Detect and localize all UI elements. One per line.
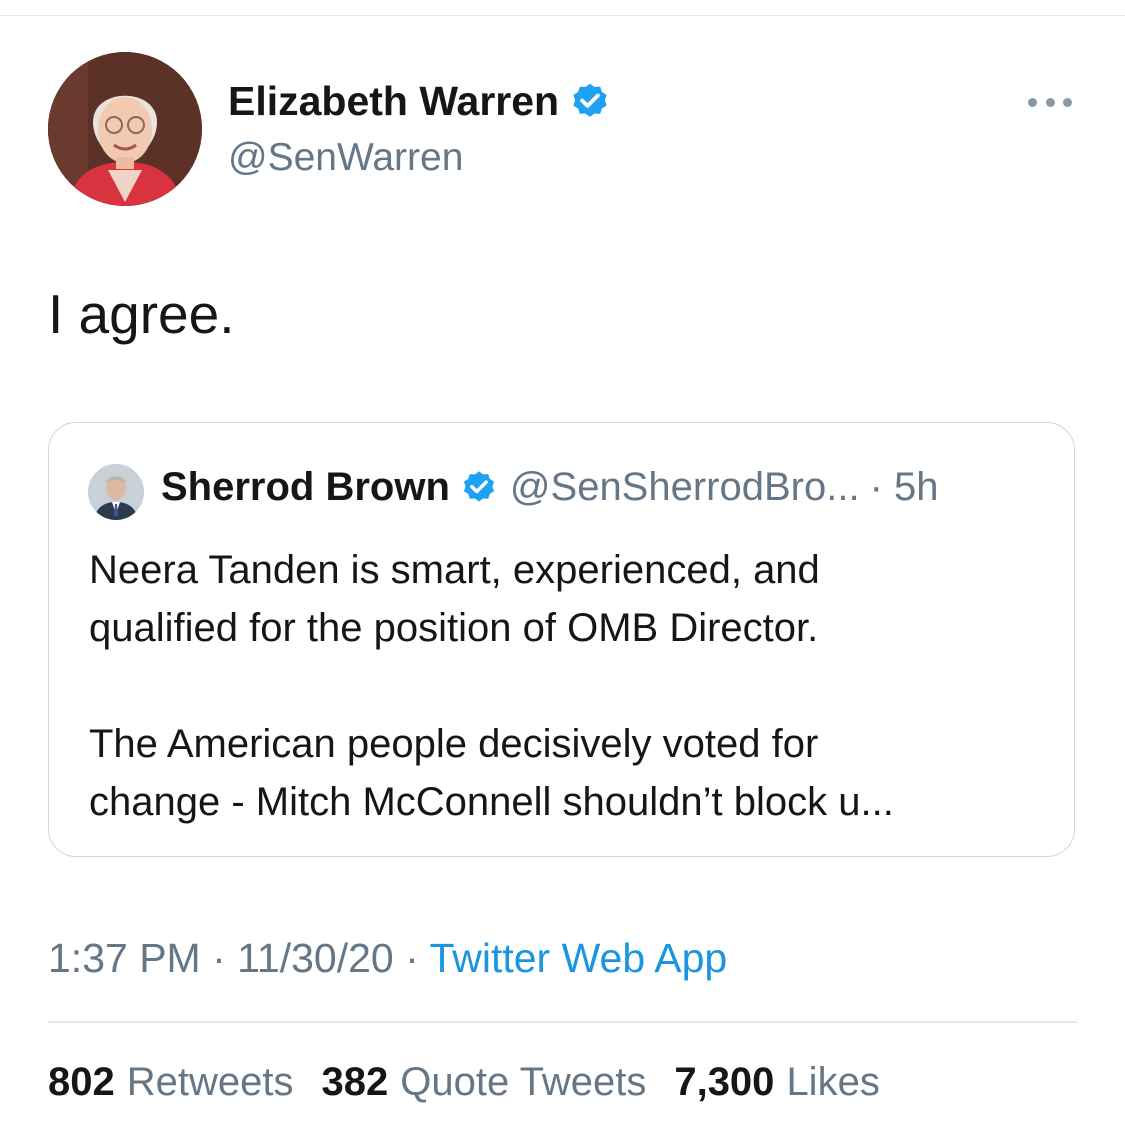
more-options-icon[interactable]	[1028, 92, 1072, 112]
author-name-row[interactable]: Elizabeth Warren	[228, 78, 611, 125]
quote-tweets-label: Quote Tweets	[400, 1060, 647, 1104]
likes-stat[interactable]: 7,300 Likes	[674, 1060, 880, 1105]
quoted-author-avatar	[88, 464, 144, 520]
tweet-text: I agree.	[48, 283, 235, 345]
quote-tweets-stat[interactable]: 382 Quote Tweets	[322, 1060, 647, 1105]
quoted-tweet-header: Sherrod Brown @SenSherrodBro... · 5h	[161, 465, 939, 510]
tweet-source-link[interactable]: Twitter Web App	[429, 935, 727, 981]
likes-count: 7,300	[674, 1060, 775, 1104]
quoted-text-line: qualified for the position of OMB Direct…	[89, 606, 819, 650]
retweets-count: 802	[48, 1060, 115, 1104]
top-divider	[0, 15, 1125, 16]
meta-separator: ·	[212, 935, 226, 981]
author-avatar[interactable]	[48, 52, 202, 206]
quoted-author-handle: @SenSherrodBro...	[509, 465, 860, 509]
quoted-text-line: change - Mitch McConnell shouldn’t block…	[89, 780, 894, 824]
quoted-tweet-card[interactable]: Sherrod Brown @SenSherrodBro... · 5h Nee…	[48, 422, 1075, 857]
tweet-time[interactable]: 1:37 PM	[48, 935, 201, 981]
likes-label: Likes	[786, 1060, 880, 1104]
retweets-label: Retweets	[126, 1060, 294, 1104]
quoted-tweet-time: · 5h	[869, 465, 939, 509]
author-avatar-image	[48, 52, 202, 206]
retweets-stat[interactable]: 802 Retweets	[48, 1060, 294, 1105]
stats-divider	[48, 1021, 1077, 1023]
verified-badge-icon	[463, 470, 494, 501]
author-name[interactable]: Elizabeth Warren	[228, 78, 559, 125]
tweet-date[interactable]: 11/30/20	[237, 935, 394, 981]
meta-separator: ·	[405, 935, 419, 981]
quoted-author-name: Sherrod Brown	[161, 465, 450, 509]
quote-tweets-count: 382	[321, 1060, 389, 1104]
tweet-metadata: 1:37 PM · 11/30/20 · Twitter Web App	[48, 935, 727, 982]
tweet-stats: 802 Retweets 382 Quote Tweets 7,300 Likes	[48, 1060, 880, 1105]
quoted-avatar-image	[88, 464, 144, 520]
quoted-tweet-text: Neera Tanden is smart, experienced, and …	[89, 541, 1049, 831]
verified-badge-icon	[573, 83, 607, 117]
author-handle[interactable]: @SenWarren	[228, 136, 463, 180]
quoted-text-line: Neera Tanden is smart, experienced, and	[89, 548, 820, 592]
quoted-text-line: The American people decisively voted for	[89, 722, 819, 766]
